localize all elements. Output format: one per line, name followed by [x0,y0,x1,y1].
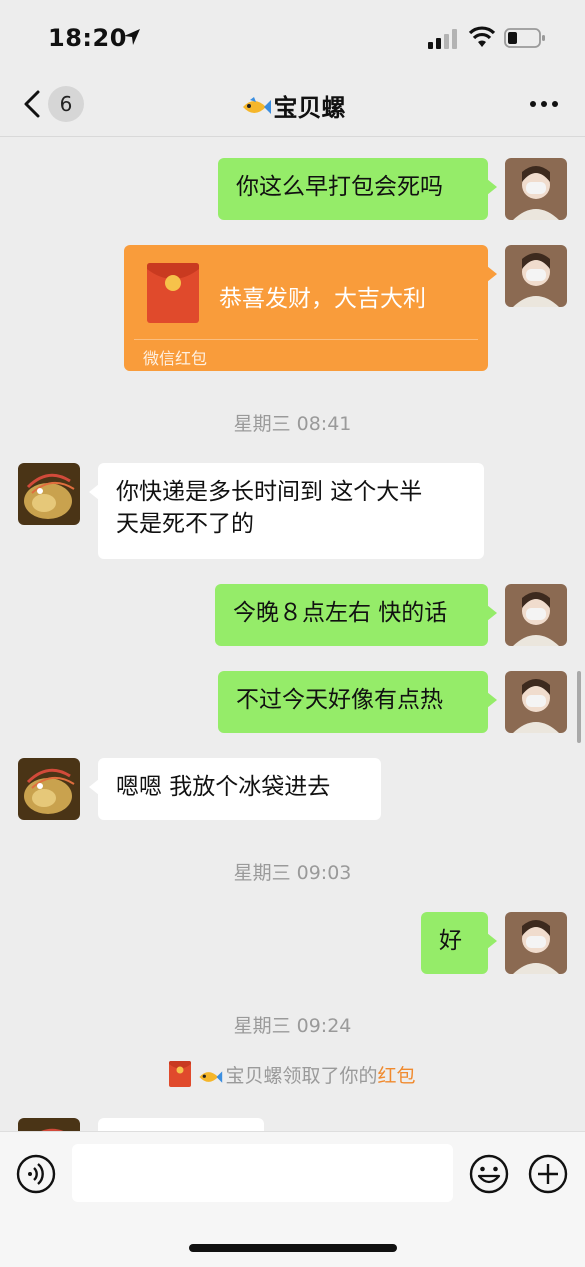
fish-icon [242,97,271,114]
contact-avatar[interactable] [18,463,80,525]
message-line: 你快递是多长时间到 这个大半 [116,479,423,505]
message-row: 好 [0,912,585,974]
message-line: 天是死不了的 [116,511,254,537]
status-bar: 18:20 [0,0,585,72]
chat-area[interactable]: 你这么早打包会死吗 恭喜发财，大吉大利 微信红包 星期三 08:41 你快递是多… [0,137,585,1131]
plus-icon[interactable] [528,1154,568,1194]
input-bar [0,1131,585,1267]
message-row: 不过今天好像有点热 [0,671,585,733]
message-bubble[interactable]: 今晚８点左右 快的话 [215,584,497,646]
scrollbar[interactable] [577,671,581,743]
message-row: 今晚８点左右 快的话 [0,584,585,646]
timestamp: 星期三 09:03 [233,862,352,884]
voice-icon[interactable] [16,1154,56,1194]
red-packet-card[interactable]: 恭喜发财，大吉大利 微信红包 [124,245,497,371]
message-row: 嗯嗯 我放个冰袋进去 [0,758,585,820]
location-arrow-icon [124,29,140,45]
chat-title-text: 宝贝螺 [273,94,346,122]
emoji-icon[interactable] [469,1154,509,1194]
my-avatar[interactable] [505,245,567,307]
message-bubble[interactable]: 不过今天好像有点热 [218,671,497,733]
my-avatar[interactable] [505,671,567,733]
timestamp: 星期三 09:24 [233,1015,352,1037]
red-packet-link[interactable]: 红包 [378,1065,416,1087]
red-packet-message: 恭喜发财，大吉大利 [219,286,426,312]
message-bubble[interactable]: 好 [421,912,497,974]
message-row [0,1118,585,1131]
message-bubble[interactable] [98,1118,264,1131]
red-packet-icon [169,1061,192,1087]
message-bubble[interactable]: 你快递是多长时间到 这个大半 天是死不了的 [89,463,484,559]
red-packet-label: 微信红包 [143,349,208,368]
more-icon[interactable] [529,100,559,108]
home-indicator[interactable] [189,1244,397,1252]
my-avatar[interactable] [505,584,567,646]
system-action: 领取了你的 [282,1065,378,1087]
divider [134,339,478,340]
status-time: 18:20 [48,24,127,52]
contact-avatar[interactable] [18,1118,80,1131]
battery-icon [504,28,545,48]
system-name: 宝贝螺 [225,1065,283,1087]
system-message: 宝贝螺领取了你的红包 [0,1061,585,1088]
red-packet-icon [147,263,199,323]
message-row: 你快递是多长时间到 这个大半 天是死不了的 [0,463,585,559]
wifi-icon [468,26,496,47]
message-row: 恭喜发财，大吉大利 微信红包 [0,137,585,377]
signal-icon [428,29,457,49]
contact-avatar[interactable] [18,758,80,820]
my-avatar[interactable] [505,912,567,974]
message-bubble[interactable]: 嗯嗯 我放个冰袋进去 [89,758,381,820]
chat-header: 6 宝贝螺 [0,72,585,137]
message-input[interactable] [72,1144,453,1202]
fish-icon [199,1071,223,1083]
chat-title: 宝贝螺 [0,88,585,123]
timestamp: 星期三 08:41 [233,413,352,435]
